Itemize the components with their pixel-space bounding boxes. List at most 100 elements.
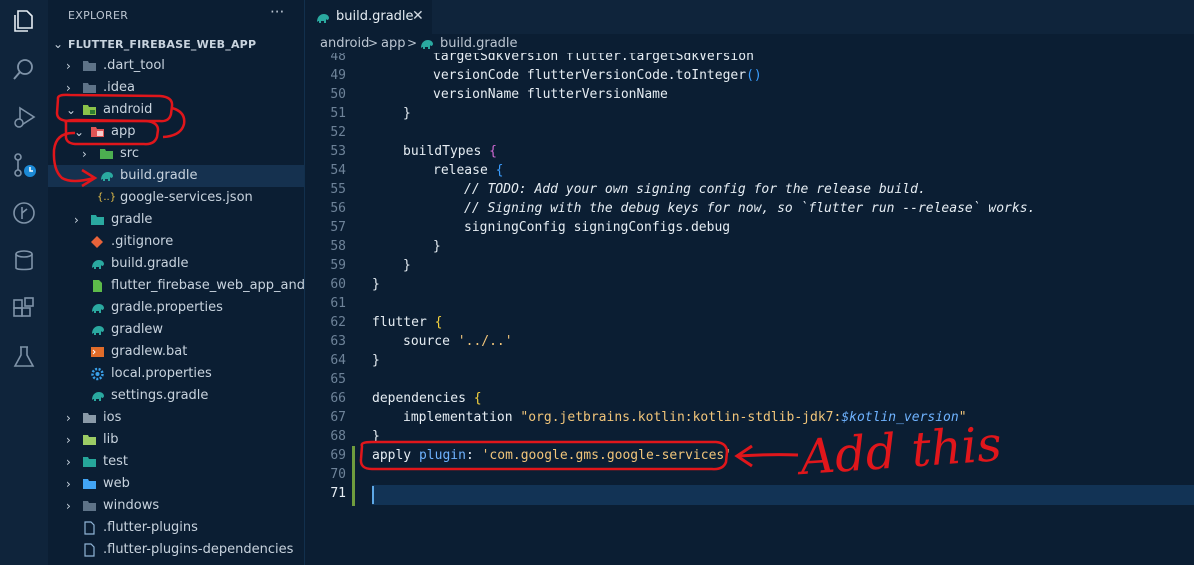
tree-item-flutter-plugins[interactable]: .flutter-plugins [48,517,304,539]
code-line: 52 [305,125,1194,144]
test-folder-icon [83,457,96,467]
tree-item-build-gradle[interactable]: build.gradle [48,253,304,275]
line-number: 66 [330,391,346,406]
tree-item-label: flutter_firebase_web_app_andro... [111,278,305,293]
tree-item-settings-gradle[interactable]: settings.gradle [48,385,304,407]
line-number: 69 [330,448,346,463]
tab-label: build.gradle [336,9,414,24]
tree-item-test[interactable]: › test [48,451,304,473]
tree-item-android[interactable]: ⌄ android [48,99,304,121]
breadcrumb-file[interactable]: build.gradle [440,36,518,51]
tree-item-iml-file[interactable]: flutter_firebase_web_app_andro... [48,275,304,297]
tree-item-local-properties[interactable]: local.properties [48,363,304,385]
tree-item-label: build.gradle [120,168,198,183]
code-text: buildTypes { [403,144,497,159]
gradle-elephant-icon [92,392,104,401]
code-keyword: plugin [418,448,466,463]
code-line: 69 apply plugin: 'com.google.gms.google-s… [305,448,1194,467]
code-token: { [434,315,443,330]
tab-build-gradle[interactable]: build.gradle ✕ [305,0,432,35]
code-text: implementation "org.jetbrains.kotlin:kot… [403,410,967,425]
chevron-right-icon: › [66,411,71,425]
chevron-right-icon: › [66,455,71,469]
line-number: 58 [330,239,346,254]
tree-item-label: gradle.properties [111,300,223,315]
breadcrumb-separator: > [368,36,379,50]
tree-item-web[interactable]: › web [48,473,304,495]
folder-icon [83,83,96,93]
file-code-icon [93,280,102,292]
code-text: release { [433,163,503,178]
chevron-down-icon: ⌄ [66,103,77,117]
tree-item-label: google-services.json [120,190,253,205]
web-folder-icon [83,479,96,489]
tree-item-gitignore[interactable]: .gitignore [48,231,304,253]
tree-item-gradlew-bat[interactable]: gradlew.bat [48,341,304,363]
android-folder-icon [83,105,96,115]
code-text: } [403,106,411,121]
code-line: 48 targetSdkVersion flutter.targetSdkVers… [305,53,1194,68]
tree-item-windows[interactable]: › windows [48,495,304,517]
line-number: 62 [330,315,346,330]
tree-item-gradle-properties[interactable]: gradle.properties [48,297,304,319]
testing-flask-icon[interactable] [11,344,37,370]
code-text: } [433,239,441,254]
code-token: { [495,163,504,178]
code-token: dependencies [372,391,474,406]
tree-item-google-services[interactable]: {..} google-services.json [48,187,304,209]
gradle-elephant-icon [101,172,113,181]
tree-item-gradlew[interactable]: gradlew [48,319,304,341]
tree-item-label: app [111,124,136,139]
code-line: 65 [305,372,1194,391]
search-icon[interactable] [11,56,37,82]
git-graph-icon[interactable] [11,200,37,226]
tree-item-label: test [103,454,128,469]
tree-item-app-build-gradle[interactable]: build.gradle [48,165,304,187]
extensions-icon[interactable] [11,296,37,322]
breadcrumb-android[interactable]: android [320,36,369,51]
more-actions-button[interactable]: ··· [270,3,284,21]
tree-item-label: .flutter-plugins [103,520,198,535]
code-text: dependencies { [372,391,482,406]
editor-tab-bar: build.gradle ✕ [305,0,1194,35]
line-number: 68 [330,429,346,444]
line-number: 53 [330,144,346,159]
source-control-icon[interactable] [11,152,37,178]
code-line: 66 dependencies { [305,391,1194,410]
current-line-highlight [372,485,1194,505]
folder-icon [83,501,96,511]
tree-item-idea[interactable]: › .idea [48,77,304,99]
code-line: 62 flutter { [305,315,1194,334]
code-editor[interactable]: 48 targetSdkVersion flutter.targetSdkVers… [305,53,1194,565]
tree-item-ios[interactable]: › ios [48,407,304,429]
tree-item-lib[interactable]: › lib [48,429,304,451]
tree-item-src[interactable]: › src [48,143,304,165]
tree-item-label: .dart_tool [103,58,165,73]
line-number: 60 [330,277,346,292]
breadcrumb-app[interactable]: app [381,36,405,51]
chevron-right-icon: › [66,433,71,447]
code-token: source [403,334,458,349]
workspace-root[interactable]: ⌄ FLUTTER_FIREBASE_WEB_APP [48,33,304,55]
line-number: 52 [330,125,346,140]
file-icon [84,543,95,557]
gradle-elephant-icon [92,260,104,269]
tree-item-flutter-plugins-deps[interactable]: .flutter-plugins-dependencies [48,539,304,561]
code-token: release [433,163,496,178]
tree-item-app[interactable]: ⌄ app [48,121,304,143]
explorer-icon[interactable] [11,8,37,34]
tree-item-gradle-folder[interactable]: › gradle [48,209,304,231]
tree-item-dart-tool[interactable]: › .dart_tool [48,55,304,77]
close-icon[interactable]: ✕ [412,8,424,24]
code-token: flutter [372,315,435,330]
database-icon[interactable] [11,248,37,274]
line-number: 50 [330,87,346,102]
line-number: 65 [330,372,346,387]
terminal-icon [91,347,104,357]
tree-item-label: src [120,146,139,161]
line-number: 70 [330,467,346,482]
gear-icon [91,367,104,381]
run-debug-icon[interactable] [11,104,37,130]
code-text: versionCode flutterVersionCode.toInteger… [433,68,762,83]
code-line: 49 versionCode flutterVersionCode.toInteg… [305,68,1194,87]
